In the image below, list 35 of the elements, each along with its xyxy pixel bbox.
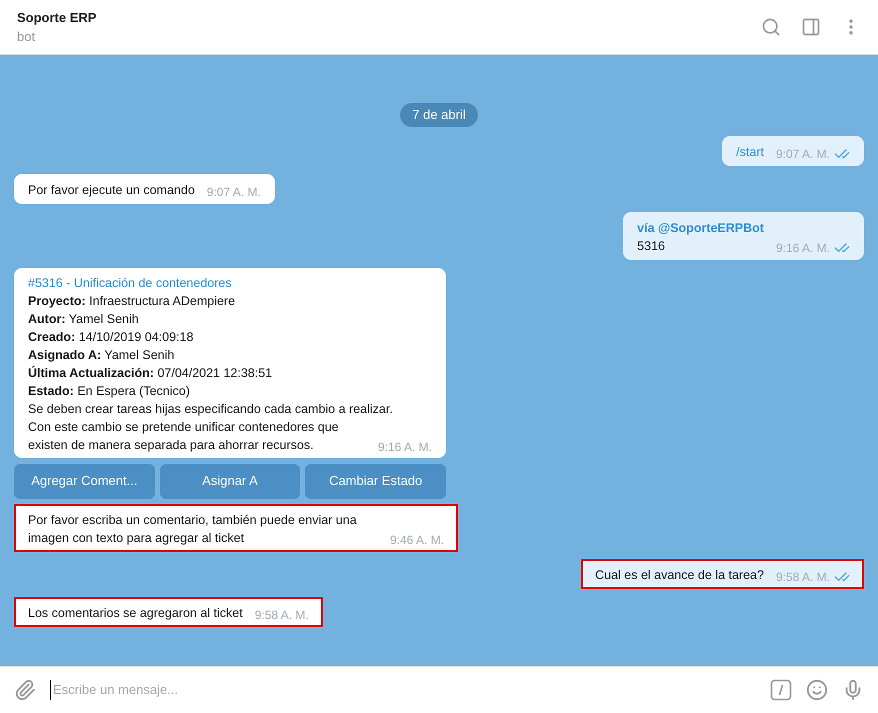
message-time: 9:58 A. M. — [254, 606, 309, 624]
message-time: 9:07 A. M. — [206, 184, 261, 200]
message-time: 9:16 A. M. — [378, 438, 432, 456]
ticket-field: Última Actualización: 07/04/2021 12:38:51 — [28, 364, 432, 382]
slash-command-icon[interactable] — [770, 679, 792, 701]
date-badge: 7 de abril — [400, 103, 478, 126]
ticket-field: Estado: En Espera (Tecnico) — [28, 382, 432, 400]
message-text: Cual es el avance de la tarea? — [595, 566, 764, 584]
side-panel-icon[interactable] — [801, 17, 821, 37]
message-time: 9:16 A. M. — [776, 240, 830, 256]
inline-keyboard-button[interactable]: Agregar Coment... — [14, 464, 155, 498]
message-text: 5316 — [637, 238, 666, 254]
via-bot-label[interactable]: vía @SoporteERPBot — [637, 218, 764, 236]
emoji-icon[interactable] — [806, 679, 828, 701]
inline-keyboard-button[interactable]: Asignar A — [160, 464, 300, 498]
search-icon[interactable] — [761, 17, 781, 37]
ticket-field: Creado: 14/10/2019 04:09:18 — [28, 328, 432, 346]
chat-title: Soporte ERP — [17, 8, 96, 27]
message-input-field[interactable]: Escribe un mensaje... — [50, 680, 756, 700]
message-time: 9:07 A. M. — [776, 146, 830, 162]
message-text: Por favor escriba un comentario, también puede enviar una imagen con texto para agregar al ticket — [28, 512, 358, 546]
ticket-field: Autor: Yamel Senih — [28, 310, 432, 328]
command-link[interactable]: /start — [736, 142, 764, 160]
inline-keyboard-button[interactable]: Cambiar Estado — [305, 464, 446, 498]
chat-subtitle: bot — [17, 28, 36, 46]
ticket-description: Se deben crear tareas hijas especificando cada cambio a realizar. — [28, 400, 394, 418]
attach-icon[interactable] — [14, 679, 36, 701]
message-time: 9:58 A. M. — [776, 568, 830, 586]
ticket-description: Con este cambio se pretende unificar contenedores que existen de manera separada para ahorrar recursos. — [28, 418, 340, 454]
message-time: 9:46 A. M. — [390, 532, 444, 548]
message-text: Por favor ejecute un comando — [28, 182, 195, 198]
ticket-field: Proyecto: Infraestructura ADempiere — [28, 292, 432, 310]
ticket-field: Asignado A: Yamel Senih — [28, 346, 432, 364]
ticket-title-link[interactable]: #5316 - Unificación de contenedores — [28, 274, 432, 292]
message-text: Los comentarios se agregaron al ticket — [28, 604, 243, 622]
